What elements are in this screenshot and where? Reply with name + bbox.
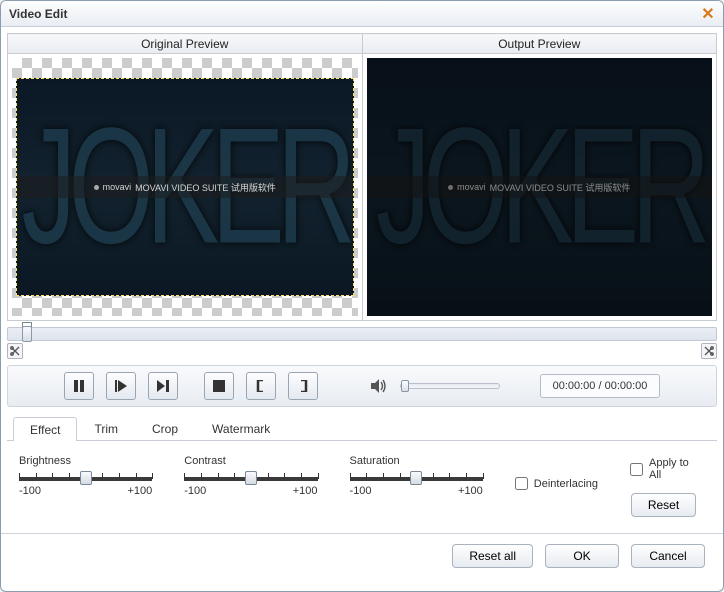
dialog-footer: Reset all OK Cancel bbox=[1, 533, 723, 578]
brightness-group: Brightness -100 +100 bbox=[19, 455, 152, 497]
contrast-group: Contrast -100 +100 bbox=[184, 455, 317, 497]
scissors-icon bbox=[10, 346, 20, 356]
step-forward-icon bbox=[157, 380, 169, 392]
apply-all-label: Apply to All bbox=[649, 457, 697, 481]
deinterlacing-label: Deinterlacing bbox=[534, 478, 598, 490]
contrast-knob[interactable] bbox=[245, 471, 257, 485]
watermark-strip: movavi MOVAVI VIDEO SUITE 试用版软件 bbox=[367, 176, 713, 198]
bracket-right-icon bbox=[297, 380, 309, 392]
titlebar: Video Edit ✕ bbox=[1, 1, 723, 27]
stop-icon bbox=[213, 380, 225, 392]
output-preview-header: Output Preview bbox=[362, 34, 717, 54]
brightness-knob[interactable] bbox=[80, 471, 92, 485]
timeline-slider[interactable] bbox=[7, 327, 717, 341]
output-frame: JOKER movavi MOVAVI VIDEO SUITE 试用版软件 bbox=[367, 58, 713, 316]
contrast-max: +100 bbox=[293, 485, 318, 497]
play-button[interactable] bbox=[106, 372, 136, 400]
watermark-suffix: MOVAVI VIDEO SUITE 试用版软件 bbox=[490, 181, 631, 194]
content-area: Original Preview Output Preview JOKER mo… bbox=[1, 27, 723, 533]
tab-effect[interactable]: Effect bbox=[13, 417, 77, 441]
original-preview-canvas[interactable]: JOKER movavi MOVAVI VIDEO SUITE 试用版软件 bbox=[12, 58, 358, 316]
time-current: 00:00:00 bbox=[553, 380, 596, 392]
brand-dot-icon bbox=[94, 185, 99, 190]
play-icon bbox=[115, 380, 127, 392]
pause-icon bbox=[73, 380, 85, 392]
saturation-group: Saturation -100 +100 bbox=[350, 455, 483, 497]
effect-panel: Brightness -100 +100 Contrast bbox=[7, 441, 717, 527]
volume-slider[interactable] bbox=[400, 383, 500, 389]
time-total: 00:00:00 bbox=[605, 380, 648, 392]
deinterlacing-checkbox[interactable] bbox=[515, 477, 528, 490]
tab-bar: Effect Trim Crop Watermark bbox=[7, 415, 717, 441]
brightness-min: -100 bbox=[19, 485, 41, 497]
watermark-brand: movavi bbox=[457, 182, 486, 192]
transport-controls: 00:00:00 / 00:00:00 bbox=[7, 365, 717, 407]
trim-end-button[interactable] bbox=[701, 343, 717, 359]
pause-button[interactable] bbox=[64, 372, 94, 400]
reset-button[interactable]: Reset bbox=[631, 493, 696, 517]
tab-trim[interactable]: Trim bbox=[77, 416, 135, 440]
brightness-label: Brightness bbox=[19, 455, 152, 467]
step-forward-button[interactable] bbox=[148, 372, 178, 400]
time-display: 00:00:00 / 00:00:00 bbox=[540, 374, 660, 398]
original-frame: JOKER movavi MOVAVI VIDEO SUITE 试用版软件 bbox=[16, 78, 354, 296]
watermark-brand: movavi bbox=[103, 182, 132, 192]
preview-table: Original Preview Output Preview JOKER mo… bbox=[7, 33, 717, 321]
window-title: Video Edit bbox=[9, 7, 67, 21]
apply-all-row: Apply to All bbox=[630, 457, 697, 481]
scissors-icon bbox=[704, 346, 714, 356]
brightness-max: +100 bbox=[127, 485, 152, 497]
timeline-thumb[interactable] bbox=[22, 326, 32, 342]
volume-icon bbox=[370, 377, 388, 395]
volume-knob[interactable] bbox=[401, 380, 409, 392]
output-preview-cell: JOKER movavi MOVAVI VIDEO SUITE 试用版软件 bbox=[362, 54, 717, 321]
saturation-knob[interactable] bbox=[410, 471, 422, 485]
trim-start-button[interactable] bbox=[7, 343, 23, 359]
saturation-min: -100 bbox=[350, 485, 372, 497]
brightness-slider[interactable] bbox=[19, 477, 152, 481]
saturation-label: Saturation bbox=[350, 455, 483, 467]
original-preview-header: Original Preview bbox=[8, 34, 363, 54]
video-edit-window: Video Edit ✕ Original Preview Output Pre… bbox=[0, 0, 724, 592]
saturation-max: +100 bbox=[458, 485, 483, 497]
contrast-min: -100 bbox=[184, 485, 206, 497]
brand-dot-icon bbox=[448, 185, 453, 190]
watermark-strip: movavi MOVAVI VIDEO SUITE 试用版软件 bbox=[17, 176, 353, 198]
effect-right-column: Apply to All Reset bbox=[630, 455, 705, 517]
tab-crop[interactable]: Crop bbox=[135, 416, 195, 440]
bracket-left-icon bbox=[255, 380, 267, 392]
contrast-label: Contrast bbox=[184, 455, 317, 467]
original-preview-cell: JOKER movavi MOVAVI VIDEO SUITE 试用版软件 bbox=[8, 54, 363, 321]
trim-markers-row bbox=[7, 343, 717, 359]
deinterlacing-row: Deinterlacing bbox=[515, 477, 598, 490]
saturation-slider[interactable] bbox=[350, 477, 483, 481]
stop-button[interactable] bbox=[204, 372, 234, 400]
mark-out-button[interactable] bbox=[288, 372, 318, 400]
cancel-button[interactable]: Cancel bbox=[631, 544, 705, 568]
close-icon[interactable]: ✕ bbox=[699, 5, 717, 23]
mark-in-button[interactable] bbox=[246, 372, 276, 400]
contrast-slider[interactable] bbox=[184, 477, 317, 481]
reset-all-button[interactable]: Reset all bbox=[452, 544, 533, 568]
tab-watermark[interactable]: Watermark bbox=[195, 416, 287, 440]
ok-button[interactable]: OK bbox=[545, 544, 619, 568]
output-preview-canvas: JOKER movavi MOVAVI VIDEO SUITE 试用版软件 bbox=[367, 58, 713, 316]
watermark-suffix: MOVAVI VIDEO SUITE 试用版软件 bbox=[135, 181, 276, 194]
apply-all-checkbox[interactable] bbox=[630, 463, 643, 476]
